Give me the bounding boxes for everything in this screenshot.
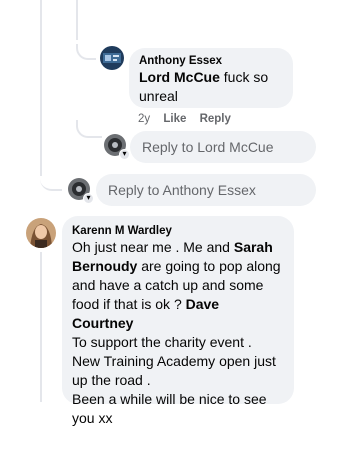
reply-meta: 2y Like Reply xyxy=(138,113,241,125)
composer-avatar-outer[interactable]: ▾ xyxy=(68,178,94,204)
comment-line-3: New Training Academy open just up the ro… xyxy=(72,353,276,388)
thread-elbow-outer xyxy=(40,165,62,191)
reply-input-anthony-essex[interactable]: Reply to Anthony Essex xyxy=(96,174,316,206)
thread-line-inner xyxy=(76,0,78,40)
thread-elbow-inner xyxy=(76,120,102,138)
composer-avatar-inner[interactable]: ▾ xyxy=(104,134,130,160)
thread-elbow-top xyxy=(76,44,96,60)
reply-text: Lord McCue fuck so unreal xyxy=(139,69,269,104)
comment-line-1: Oh just near me . Me and Sarah Bernoudy … xyxy=(72,239,281,331)
reply-button[interactable]: Reply xyxy=(200,113,231,125)
comment-bubble-karenn: Karenn M Wardley Oh just near me . Me an… xyxy=(62,216,294,426)
chevron-down-icon[interactable]: ▾ xyxy=(83,193,94,204)
comment-line-4: Been a while will be nice to see you xx xyxy=(72,391,267,426)
like-button[interactable]: Like xyxy=(163,113,186,125)
mention-lord-mccue[interactable]: Lord McCue xyxy=(139,69,220,85)
thread-line-outer xyxy=(40,0,42,176)
avatar-karenn-wardley[interactable] xyxy=(26,218,56,248)
reply-bubble-anthony: Anthony Essex Lord McCue fuck so unreal xyxy=(129,48,293,108)
reply-placeholder: Reply to Lord McCue xyxy=(142,139,274,155)
comment-line-2: To support the charity event . xyxy=(72,334,252,350)
chevron-down-icon[interactable]: ▾ xyxy=(119,149,130,160)
reply-author[interactable]: Anthony Essex xyxy=(139,54,283,68)
reply-timestamp[interactable]: 2y xyxy=(138,113,150,125)
thread-line-comment2 xyxy=(40,252,42,402)
avatar-anthony-essex[interactable] xyxy=(100,46,124,70)
comment-text: Oh just near me . Me and Sarah Bernoudy … xyxy=(72,238,284,428)
reply-input-lord-mccue[interactable]: Reply to Lord McCue xyxy=(130,131,316,163)
comment-author[interactable]: Karenn M Wardley xyxy=(72,224,284,238)
reply-placeholder: Reply to Anthony Essex xyxy=(108,182,256,198)
